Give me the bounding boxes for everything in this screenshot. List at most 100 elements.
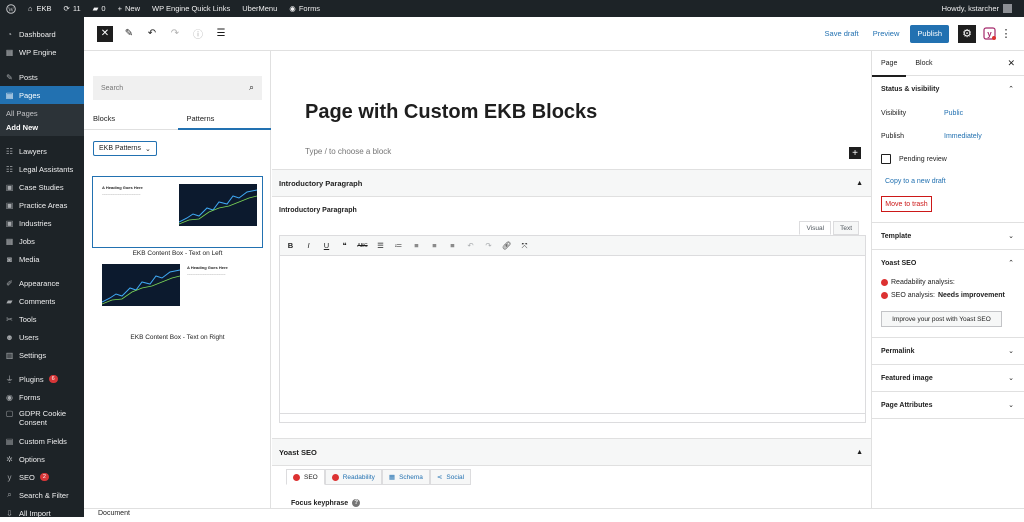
- ubermenu-link[interactable]: UberMenu: [236, 0, 283, 17]
- sidebar-item-legal-assistants[interactable]: ☷ Legal Assistants: [0, 160, 84, 178]
- sidebar-item-posts[interactable]: ✎ Posts: [0, 68, 84, 86]
- intro-metabox-header[interactable]: Introductory Paragraph ▲: [272, 170, 871, 197]
- save-draft-button[interactable]: Save draft: [818, 29, 866, 38]
- sidebar-item-all-import[interactable]: ⇩ All Import: [0, 504, 84, 522]
- page-title[interactable]: Page with Custom EKB Blocks: [305, 101, 597, 124]
- chevron-down-icon[interactable]: ⌄: [1008, 347, 1014, 355]
- block-appender[interactable]: Type / to choose a block: [305, 147, 391, 156]
- copy-to-draft-link[interactable]: Copy to a new draft: [872, 170, 1024, 192]
- yoast-metabox-header[interactable]: Yoast SEO ▲: [272, 439, 871, 466]
- tab-visual[interactable]: Visual: [799, 221, 832, 235]
- sidebar-item-wpengine[interactable]: ▦ WP Engine: [0, 43, 84, 61]
- tab-patterns[interactable]: Patterns: [177, 108, 272, 130]
- sidebar-item-plugins[interactable]: ⏚ Plugins 6: [0, 370, 84, 388]
- submenu-all-pages[interactable]: All Pages: [0, 106, 84, 120]
- sidebar-item-appearance[interactable]: ✐ Appearance: [0, 274, 84, 292]
- italic-icon[interactable]: I: [303, 241, 314, 250]
- pattern-text-right[interactable]: A Heading Goes Here ~~~~~~~~~~~~~~~~~~~~…: [93, 261, 262, 341]
- align-center-icon[interactable]: ≡: [429, 241, 440, 250]
- sidebar-item-lawyers[interactable]: ☷ Lawyers: [0, 142, 84, 160]
- align-left-icon[interactable]: ≡: [411, 241, 422, 250]
- more-options-icon[interactable]: ⋮: [1000, 27, 1012, 40]
- numbered-list-icon[interactable]: ≔: [393, 241, 404, 250]
- publish-button[interactable]: Publish: [910, 24, 949, 43]
- redo-icon[interactable]: ↷: [483, 241, 494, 250]
- undo-icon[interactable]: ↶: [145, 27, 159, 41]
- wordpress-logo-icon[interactable]: W: [0, 0, 22, 17]
- sidebar-item-comments[interactable]: ▰ Comments: [0, 292, 84, 310]
- settings-gear-icon[interactable]: ⚙: [958, 24, 976, 43]
- chevron-down-icon[interactable]: ⌄: [1008, 232, 1014, 240]
- tab-text[interactable]: Text: [833, 221, 859, 235]
- panel-header[interactable]: Template ⌄: [872, 223, 1024, 249]
- updates-link[interactable]: ⟳ 11: [58, 0, 87, 17]
- link-icon[interactable]: 🔗︎: [501, 241, 512, 250]
- sidebar-item-gdpr[interactable]: ▢ GDPR Cookie Consent: [0, 406, 84, 432]
- tab-schema[interactable]: ▦ Schema: [381, 469, 430, 485]
- list-view-icon[interactable]: ☰: [214, 27, 228, 41]
- site-name-link[interactable]: ⌂ EKB: [22, 0, 58, 17]
- sidebar-item-jobs[interactable]: ▦ Jobs: [0, 232, 84, 250]
- sidebar-item-custom-fields[interactable]: ▤ Custom Fields: [0, 432, 84, 450]
- add-block-icon[interactable]: +: [849, 147, 861, 159]
- yoast-icon[interactable]: y: [980, 25, 998, 43]
- tab-page[interactable]: Page: [872, 51, 907, 77]
- collapse-caret-icon[interactable]: ▲: [856, 180, 863, 187]
- tab-seo[interactable]: SEO: [286, 469, 325, 485]
- inserter-search-input[interactable]: Search ⌕: [93, 76, 262, 100]
- panel-header[interactable]: Yoast SEO ⌃: [872, 250, 1024, 276]
- undo-icon[interactable]: ↶: [465, 241, 476, 250]
- sidebar-item-search-filter[interactable]: ⌕ Search & Filter: [0, 486, 84, 504]
- blockquote-icon[interactable]: ❝: [339, 241, 350, 250]
- chevron-down-icon[interactable]: ⌄: [1008, 401, 1014, 409]
- comments-link[interactable]: ▰ 0: [87, 0, 112, 17]
- sidebar-item-practice-areas[interactable]: ▣ Practice Areas: [0, 196, 84, 214]
- close-icon[interactable]: ✕: [1007, 58, 1015, 69]
- collapse-caret-icon[interactable]: ▲: [856, 449, 863, 456]
- submenu-add-new[interactable]: Add New: [0, 120, 84, 134]
- pattern-text-left[interactable]: A Heading Goes Here ~~~~~~~~~~~~~~~~~~~~…: [92, 176, 263, 257]
- panel-header[interactable]: Status & visibility ⌃: [872, 76, 1024, 102]
- tab-block[interactable]: Block: [906, 51, 941, 76]
- preview-button[interactable]: Preview: [866, 29, 907, 38]
- chevron-down-icon[interactable]: ⌄: [1008, 374, 1014, 382]
- redo-icon[interactable]: ↷: [168, 27, 182, 41]
- sidebar-item-seo[interactable]: y SEO 2: [0, 468, 84, 486]
- help-icon[interactable]: ?: [352, 499, 361, 507]
- new-content-link[interactable]: + New: [112, 0, 146, 17]
- sidebar-item-industries[interactable]: ▣ Industries: [0, 214, 84, 232]
- visibility-toggle[interactable]: Public: [944, 110, 963, 117]
- wpengine-links[interactable]: WP Engine Quick Links: [146, 0, 236, 17]
- improve-post-button[interactable]: Improve your post with Yoast SEO: [881, 311, 1002, 327]
- close-icon[interactable]: ✕: [97, 25, 113, 42]
- chevron-up-icon[interactable]: ⌃: [1008, 259, 1014, 267]
- sidebar-item-tools[interactable]: ✂ Tools: [0, 310, 84, 328]
- panel-header[interactable]: Featured image ⌄: [872, 365, 1024, 391]
- rich-text-editor[interactable]: B I U ❝ ABC ☰ ≔ ≡ ≡ ≡ ↶ ↷ 🔗︎ ⤧: [279, 235, 866, 423]
- panel-header[interactable]: Page Attributes ⌄: [872, 392, 1024, 418]
- sidebar-item-settings[interactable]: ▥ Settings: [0, 346, 84, 364]
- tab-blocks[interactable]: Blocks: [84, 108, 178, 129]
- tab-readability[interactable]: Readability: [324, 469, 382, 485]
- fullscreen-icon[interactable]: ⤧: [519, 241, 530, 251]
- sidebar-item-dashboard[interactable]: ◔ Dashboard: [0, 25, 84, 43]
- bold-icon[interactable]: B: [285, 241, 296, 250]
- publish-date-toggle[interactable]: Immediately: [944, 133, 982, 140]
- sidebar-item-forms[interactable]: ◉ Forms: [0, 388, 84, 406]
- sidebar-item-media[interactable]: ◙ Media: [0, 250, 84, 268]
- underline-icon[interactable]: U: [321, 241, 332, 250]
- strikethrough-icon[interactable]: ABC: [357, 243, 368, 249]
- sidebar-item-case-studies[interactable]: ▣ Case Studies: [0, 178, 84, 196]
- tab-social[interactable]: ⋖ Social: [429, 469, 472, 485]
- pattern-category-select[interactable]: EKB Patterns ⌄: [93, 141, 157, 156]
- info-icon[interactable]: ⓘ: [191, 27, 205, 41]
- panel-header[interactable]: Permalink ⌄: [872, 338, 1024, 364]
- account-menu[interactable]: Howdy, kstarcher: [942, 4, 1024, 13]
- chevron-up-icon[interactable]: ⌃: [1008, 85, 1014, 93]
- sidebar-item-users[interactable]: ☻ Users: [0, 328, 84, 346]
- pending-review-checkbox[interactable]: [881, 154, 891, 164]
- bullet-list-icon[interactable]: ☰: [375, 241, 386, 250]
- align-right-icon[interactable]: ≡: [447, 241, 458, 250]
- sidebar-item-pages[interactable]: ▤ Pages: [0, 86, 84, 104]
- move-to-trash-button[interactable]: Move to trash: [881, 196, 932, 212]
